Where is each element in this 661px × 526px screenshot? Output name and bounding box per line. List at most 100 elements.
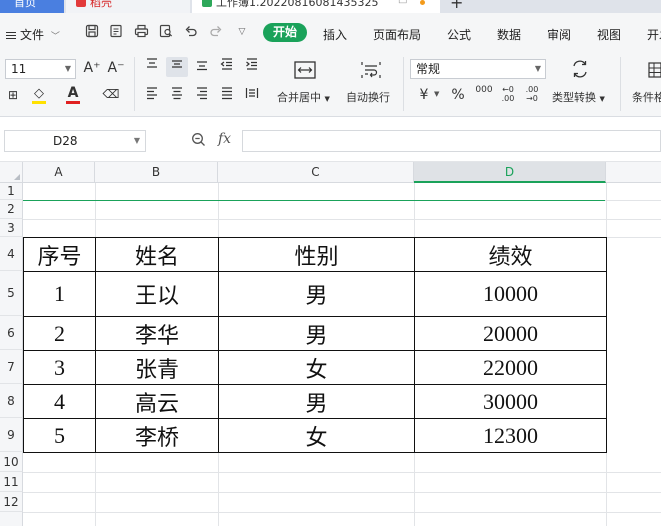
row-header-4[interactable]: 4 [0,237,23,271]
row-header-13[interactable] [0,512,23,526]
decrease-decimal-icon[interactable]: .00 →0 [521,85,543,103]
table-header-cell[interactable]: 姓名 [95,237,219,272]
merge-center-button[interactable]: 合并居中 ▼ [277,89,330,105]
row-header-5[interactable]: 5 [0,271,23,316]
distributed-align-icon[interactable] [243,86,261,106]
insert-function-icon[interactable]: fx [218,131,231,147]
align-middle-icon[interactable] [166,57,188,77]
row-header-10[interactable]: 10 [0,452,23,472]
row-header-1[interactable]: 1 [0,183,23,200]
column-header-c[interactable]: C [218,162,414,183]
table-header-cell[interactable]: 绩效 [414,237,607,272]
tab-home[interactable]: 首页 [0,0,64,13]
table-cell[interactable]: 20000 [414,316,607,351]
column-header-a[interactable]: A [23,162,95,183]
row-header-7[interactable]: 7 [0,350,23,384]
menu-page-layout[interactable]: 页面布局 [373,26,421,43]
table-cell[interactable]: 30000 [414,384,607,419]
print-icon[interactable] [133,24,149,40]
fill-color-icon[interactable]: ◇ [30,85,48,104]
menu-view[interactable]: 视图 [597,26,621,43]
table-cell[interactable]: 4 [23,384,96,419]
thousands-separator-icon[interactable]: 000 [473,85,495,95]
menu-formulas[interactable]: 公式 [447,26,471,43]
decrease-font-size-icon[interactable]: A⁻ [107,59,125,77]
align-left-icon[interactable] [143,86,161,106]
customize-toolbar-chevron-icon[interactable]: ▽ [234,24,250,40]
decrease-indent-icon[interactable] [218,57,236,77]
menu-data[interactable]: 数据 [497,26,521,43]
font-size-select[interactable]: 11 ▼ [5,59,76,79]
row-header-11[interactable]: 11 [0,472,23,492]
increase-decimal-icon[interactable]: ←0 .00 [497,85,519,103]
redo-icon[interactable] [208,24,224,40]
table-cell[interactable]: 10000 [414,271,607,317]
percent-icon[interactable]: % [448,86,468,104]
table-cell[interactable]: 高云 [95,384,219,419]
border-icon[interactable]: ⊞ [2,86,24,104]
spreadsheet-grid[interactable]: A B C D 1 2 3 4 5 6 7 8 9 10 11 12 序号 姓名… [0,162,661,526]
conditional-format-icon[interactable] [645,61,661,85]
column-header-d[interactable]: D [414,162,606,183]
save-icon[interactable] [84,24,100,40]
name-box[interactable]: D28 ▼ [4,130,146,152]
menu-start[interactable]: 开始 [263,23,307,42]
pin-icon[interactable]: □ [398,0,407,5]
merge-center-icon[interactable] [292,60,318,86]
align-bottom-icon[interactable] [193,57,211,77]
tab-daoke[interactable]: 稻壳 [66,0,190,13]
table-header-cell[interactable]: 序号 [23,237,96,272]
type-convert-icon[interactable] [569,59,591,85]
conditional-format-button[interactable]: 条件格 [632,89,661,105]
align-top-icon[interactable] [143,57,161,77]
clear-format-icon[interactable]: ⌫ [101,85,121,103]
wrap-text-icon[interactable] [358,60,384,86]
column-header-e[interactable] [606,162,661,183]
column-header-b[interactable]: B [95,162,218,183]
menu-review[interactable]: 审阅 [547,26,571,43]
print-preview-icon[interactable] [158,24,174,40]
table-cell[interactable]: 女 [218,418,415,453]
table-header-cell[interactable]: 性别 [218,237,415,272]
table-cell[interactable]: 22000 [414,350,607,385]
undo-icon[interactable] [183,24,199,40]
table-cell[interactable]: 女 [218,350,415,385]
export-pdf-icon[interactable] [108,24,124,40]
new-tab-button[interactable]: + [450,0,463,12]
increase-indent-icon[interactable] [243,57,261,77]
formula-input[interactable] [242,130,661,152]
table-cell[interactable]: 男 [218,384,415,419]
align-right-icon[interactable] [193,86,211,106]
row-header-3[interactable]: 3 [0,219,23,237]
row-header-6[interactable]: 6 [0,316,23,350]
table-cell[interactable]: 5 [23,418,96,453]
zoom-icon[interactable] [191,132,206,151]
justify-icon[interactable] [218,86,236,106]
table-cell[interactable]: 张青 [95,350,219,385]
font-color-icon[interactable]: A [64,84,82,104]
row-header-9[interactable]: 9 [0,418,23,452]
type-convert-button[interactable]: 类型转换 ▼ [552,89,605,105]
table-cell[interactable]: 2 [23,316,96,351]
select-all-corner[interactable] [0,162,23,183]
increase-font-size-icon[interactable]: A⁺ [83,59,101,77]
table-cell[interactable]: 李桥 [95,418,219,453]
table-cell[interactable]: 1 [23,271,96,317]
number-format-select[interactable]: 常规 ▼ [410,59,546,79]
align-center-icon[interactable] [168,86,186,106]
table-cell[interactable]: 男 [218,271,415,317]
tab-workbook[interactable]: 工作簿1.20220816081435325 □ [192,0,440,13]
table-cell[interactable]: 3 [23,350,96,385]
menu-insert[interactable]: 插入 [323,26,347,43]
row-header-12[interactable]: 12 [0,492,23,512]
table-cell[interactable]: 12300 [414,418,607,453]
menu-developer[interactable]: 开发 [647,26,661,43]
table-cell[interactable]: 男 [218,316,415,351]
table-cell[interactable]: 李华 [95,316,219,351]
currency-icon[interactable]: ¥ [414,86,434,104]
wrap-text-button[interactable]: 自动换行 [346,89,390,105]
table-cell[interactable]: 王以 [95,271,219,317]
row-header-8[interactable]: 8 [0,384,23,418]
menu-file[interactable]: 文件 ﹀ [6,26,60,43]
row-header-2[interactable]: 2 [0,200,23,219]
